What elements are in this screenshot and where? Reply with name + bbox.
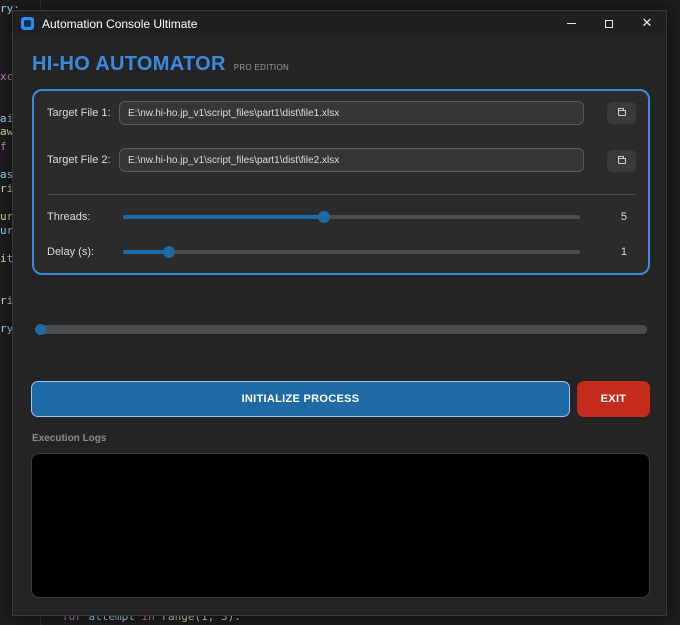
app-window: Automation Console Ultimate ✕ HI-HO AUTO… — [12, 10, 667, 616]
threads-slider-handle[interactable] — [318, 211, 331, 223]
threads-slider-fill — [123, 215, 325, 219]
config-panel: Target File 1: E:\nw.hi-ho.jp_v1\script_… — [32, 89, 650, 275]
window-controls: ✕ — [552, 11, 666, 36]
threads-slider[interactable] — [123, 211, 580, 223]
close-button[interactable]: ✕ — [628, 11, 666, 36]
maximize-icon — [605, 19, 613, 28]
window-title: Automation Console Ultimate — [42, 16, 198, 31]
maximize-button[interactable] — [590, 11, 628, 36]
exit-button[interactable]: EXIT — [577, 381, 650, 417]
execution-logs-label: Execution Logs — [32, 433, 107, 444]
file1-label: Target File 1: — [47, 107, 111, 119]
app-icon — [21, 17, 34, 30]
file2-path-input[interactable]: E:\nw.hi-ho.jp_v1\script_files\part1\dis… — [119, 148, 584, 172]
execution-logs-textbox[interactable] — [31, 453, 650, 598]
initialize-process-button[interactable]: INITIALIZE PROCESS — [31, 381, 570, 417]
folder-icon — [617, 156, 626, 164]
delay-value: 1 — [620, 246, 627, 258]
delay-slider[interactable] — [123, 246, 580, 258]
progress-bar — [35, 324, 647, 335]
file2-label: Target File 2: — [47, 154, 111, 166]
minimize-button[interactable] — [552, 11, 590, 36]
file1-path-input[interactable]: E:\nw.hi-ho.jp_v1\script_files\part1\dis… — [119, 101, 584, 125]
brand-title: HI-HO AUTOMATOR — [32, 53, 226, 75]
minimize-icon — [566, 23, 576, 24]
threads-label: Threads: — [47, 211, 91, 223]
title-bar[interactable]: Automation Console Ultimate ✕ — [13, 11, 666, 36]
delay-label: Delay (s): — [47, 246, 95, 258]
code-fragment: f — [0, 140, 7, 153]
delay-slider-fill — [123, 250, 169, 254]
close-icon: ✕ — [641, 16, 653, 31]
threads-value: 5 — [620, 211, 627, 223]
file2-browse-button[interactable] — [607, 150, 636, 172]
file1-browse-button[interactable] — [607, 102, 636, 124]
delay-slider-handle[interactable] — [162, 246, 175, 258]
edition-label: PRO EDITION — [233, 63, 290, 72]
app-header: HI-HO AUTOMATOR PRO EDITION — [32, 53, 289, 76]
divider — [47, 194, 636, 195]
folder-icon — [617, 108, 626, 116]
progress-indicator — [35, 324, 46, 335]
